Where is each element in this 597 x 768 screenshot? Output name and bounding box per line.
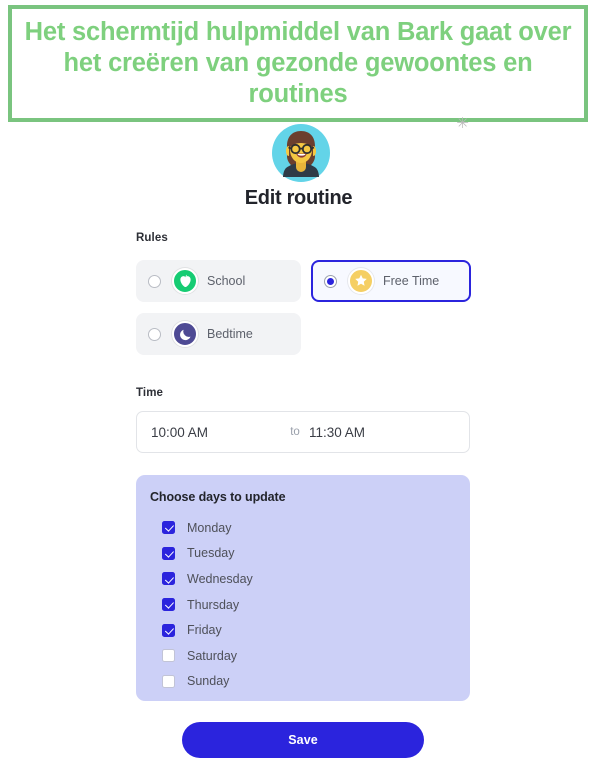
checkbox-sunday[interactable] — [162, 674, 175, 688]
day-row-monday[interactable]: Monday — [150, 515, 470, 541]
asterisk-mark-icon: ✳ — [456, 114, 469, 132]
radio-school[interactable] — [148, 274, 161, 288]
moon-icon — [172, 321, 198, 347]
apple-icon — [172, 268, 198, 294]
checkbox-saturday[interactable] — [162, 649, 175, 663]
rule-option-school[interactable]: School — [136, 260, 301, 302]
promo-banner-text: Het schermtijd hulpmiddel van Bark gaat … — [24, 18, 572, 108]
rule-option-bedtime[interactable]: Bedtime — [136, 313, 301, 355]
day-row-thursday[interactable]: Thursday — [150, 592, 470, 618]
rule-label-bedtime: Bedtime — [207, 327, 253, 341]
day-label-saturday: Saturday — [187, 648, 238, 663]
checkbox-monday[interactable] — [162, 521, 175, 535]
end-time-input[interactable]: 11:30 AM — [309, 425, 365, 440]
day-label-tuesday: Tuesday — [187, 546, 235, 561]
day-label-monday: Monday — [187, 520, 232, 535]
rule-label-school: School — [207, 274, 246, 288]
checkbox-friday[interactable] — [162, 623, 175, 637]
choose-days-title: Choose days to update — [150, 490, 286, 504]
day-label-sunday: Sunday — [187, 674, 230, 689]
day-label-wednesday: Wednesday — [187, 571, 253, 586]
day-row-sunday[interactable]: Sunday — [150, 669, 470, 695]
time-range-field[interactable]: 10:00 AM to 11:30 AM — [136, 411, 470, 453]
save-button[interactable]: Save — [182, 722, 424, 758]
choose-days-panel: Choose days to update Monday Tuesday Wed… — [136, 475, 470, 701]
rule-option-free-time[interactable]: Free Time — [311, 260, 471, 302]
time-section-label: Time — [136, 387, 164, 399]
star-icon — [348, 268, 374, 294]
radio-free-time[interactable] — [324, 274, 337, 288]
avatar — [272, 124, 330, 182]
radio-bedtime[interactable] — [148, 327, 161, 341]
edit-routine-screen: Het schermtijd hulpmiddel van Bark gaat … — [0, 0, 597, 768]
avatar-girl-glasses-icon — [272, 124, 330, 182]
promo-banner: Het schermtijd hulpmiddel van Bark gaat … — [8, 5, 588, 122]
rules-section-label: Rules — [136, 232, 168, 244]
day-row-saturday[interactable]: Saturday — [150, 643, 470, 669]
checkbox-wednesday[interactable] — [162, 572, 175, 586]
day-row-wednesday[interactable]: Wednesday — [150, 566, 470, 592]
rule-label-free-time: Free Time — [383, 274, 440, 288]
checkbox-tuesday[interactable] — [162, 546, 175, 560]
checkbox-thursday[interactable] — [162, 598, 175, 612]
day-row-tuesday[interactable]: Tuesday — [150, 541, 470, 567]
day-row-friday[interactable]: Friday — [150, 617, 470, 643]
day-label-friday: Friday — [187, 623, 222, 638]
start-time-input[interactable]: 10:00 AM — [151, 425, 281, 440]
day-label-thursday: Thursday — [187, 597, 240, 612]
time-range-separator: to — [290, 426, 300, 438]
page-title: Edit routine — [244, 187, 353, 209]
